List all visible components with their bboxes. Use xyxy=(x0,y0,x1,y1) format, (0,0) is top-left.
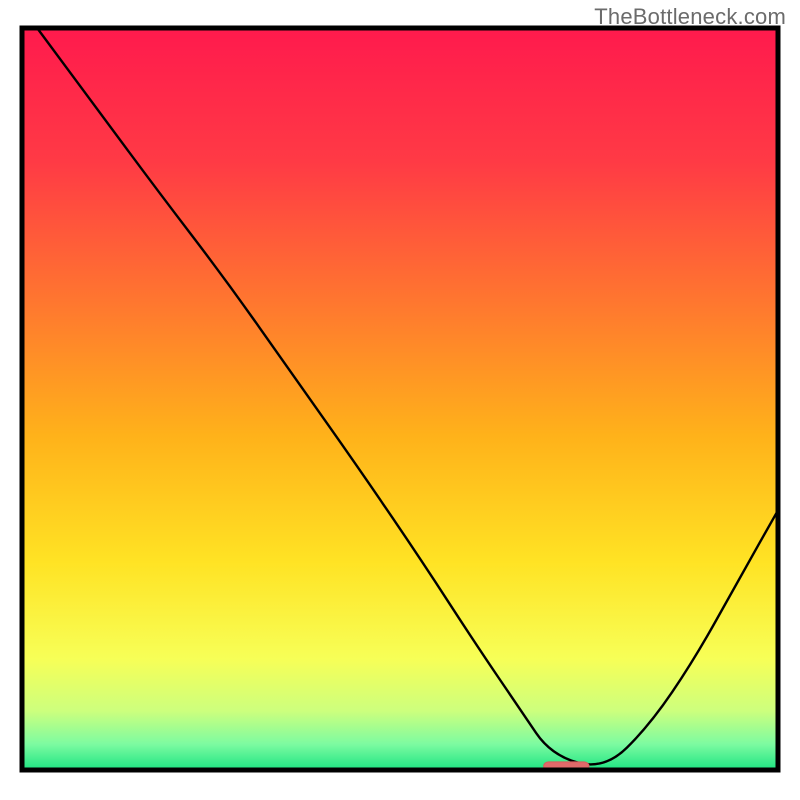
chart-frame: TheBottleneck.com xyxy=(0,0,800,800)
plot-area xyxy=(22,28,778,770)
watermark-text: TheBottleneck.com xyxy=(594,4,786,30)
bottleneck-chart xyxy=(0,0,800,800)
